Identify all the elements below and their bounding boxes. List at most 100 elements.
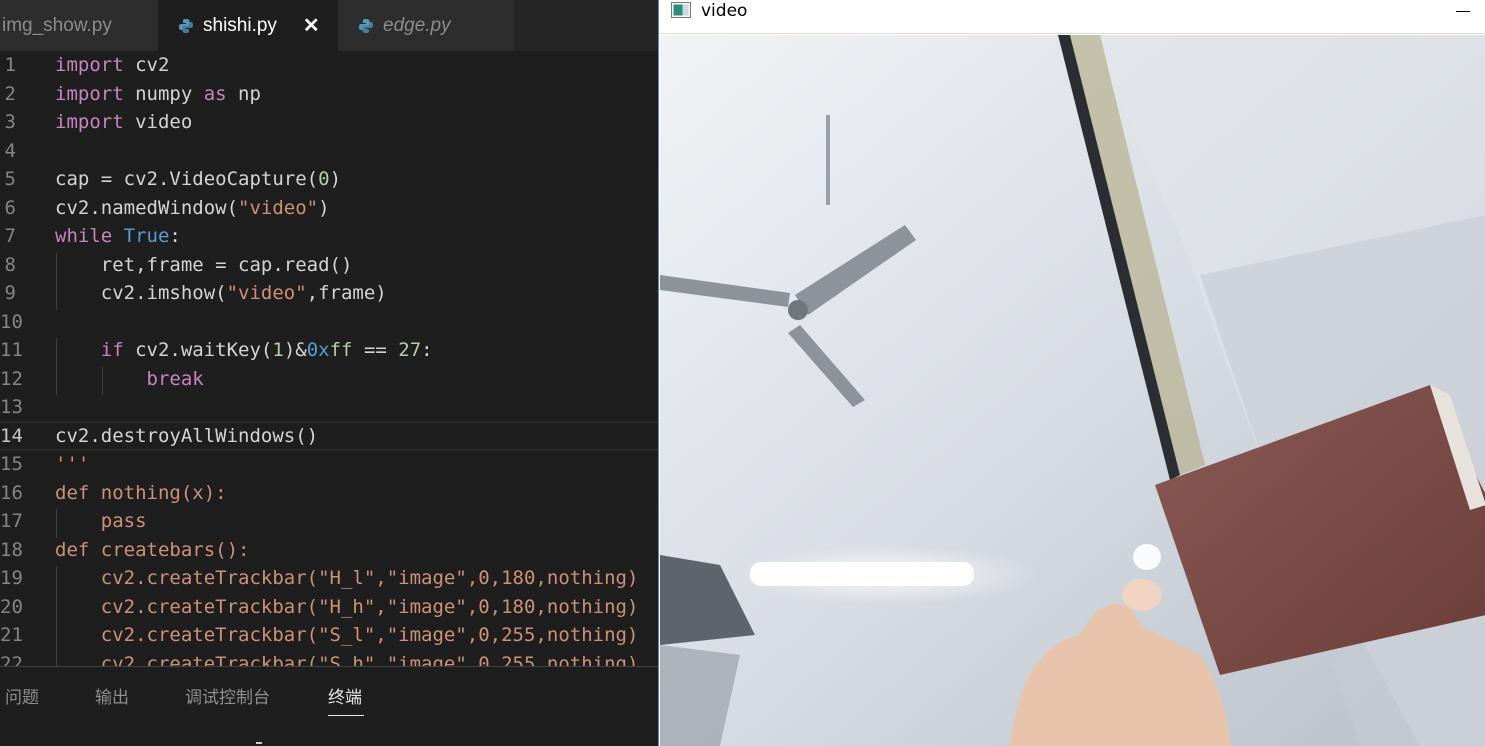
panel-tab-0[interactable]: 问题	[5, 683, 39, 708]
code-token: import	[55, 82, 124, 105]
code-token: )	[329, 168, 342, 190]
line-number: 1	[4, 54, 16, 76]
code-line: 16 def nothing(x):	[0, 479, 659, 507]
code-line: 10	[0, 308, 659, 336]
line-text: ret,frame = cap.read()	[55, 251, 353, 279]
line-number: 9	[4, 282, 16, 304]
code-token: video	[123, 111, 193, 133]
line-text: cv2.createTrackbar("S_h","image",0,255,n…	[55, 650, 639, 667]
line-number: 15	[0, 453, 23, 475]
opencv-window-icon	[671, 2, 691, 18]
code-line: 4	[0, 137, 659, 165]
line-text: def createbars():	[55, 536, 249, 564]
camera-frame	[660, 35, 1485, 746]
code-token: if	[100, 339, 124, 361]
indent-guide	[102, 366, 103, 395]
panel-tab-2[interactable]: 调试控制台	[185, 683, 270, 708]
line-number: 7	[4, 225, 16, 247]
code-line: 18 def createbars():	[0, 536, 659, 564]
line-text: import cv2	[55, 51, 169, 79]
line-text: import video	[55, 108, 192, 136]
code-token: True	[123, 225, 170, 247]
python-file-icon	[359, 18, 373, 33]
minimize-icon[interactable]	[1440, 0, 1485, 22]
code-token: "video"	[226, 282, 307, 304]
code-token: 27	[398, 339, 422, 361]
code-editor: img_show.py shishi.py ✕ edge.py 1 import cv2…	[0, 0, 659, 746]
line-text: def nothing(x):	[55, 479, 227, 507]
code-token: as	[203, 82, 227, 105]
code-token: numpy	[123, 82, 204, 105]
line-number: 6	[4, 196, 16, 219]
code-token: )&	[283, 339, 307, 361]
code-line: 15 '''	[0, 450, 659, 478]
tab-shishi-py[interactable]: shishi.py ✕	[158, 0, 338, 51]
line-number: 2	[4, 82, 16, 105]
code-line: 13	[0, 393, 659, 421]
line-text: '''	[55, 450, 89, 478]
window-title: video	[701, 1, 748, 21]
code-token: cv2.createTrackbar("S_h","image",0,255,n…	[55, 652, 639, 667]
code-token: def createbars():	[55, 538, 250, 561]
code-line: 6 cv2.namedWindow("video")	[0, 194, 659, 222]
line-text: if cv2.waitKey(1)&0xff == 27:	[55, 336, 433, 364]
code-token: cv2.imshow(	[55, 282, 227, 304]
panel-tab-3[interactable]: 终端	[328, 683, 362, 708]
close-icon[interactable]: ✕	[303, 13, 320, 38]
panel-tab-1[interactable]: 输出	[95, 683, 129, 708]
line-number: 13	[0, 396, 23, 418]
video-window[interactable]: video	[658, 0, 1485, 746]
code-token: np	[226, 82, 261, 105]
line-text: cv2.createTrackbar("H_l","image",0,180,n…	[55, 564, 639, 592]
code-token: while	[55, 225, 113, 247]
code-token: ret,frame = cap.read()	[55, 253, 353, 276]
code-line: 22 cv2.createTrackbar("S_h","image",0,25…	[0, 650, 659, 667]
code-token: :	[421, 339, 433, 361]
line-text: cv2.destroyAllWindows()	[55, 422, 318, 450]
line-number: 17	[0, 510, 23, 532]
line-text: import numpy as np	[55, 80, 261, 108]
code-line: 7 while True:	[0, 222, 659, 250]
indent-guide	[56, 252, 57, 310]
code-token: cv2.createTrackbar("H_h","image",0,180,n…	[55, 595, 639, 618]
window-titlebar[interactable]: video	[659, 0, 1485, 34]
code-line: 14 cv2.destroyAllWindows()	[0, 422, 659, 450]
line-text: break	[55, 365, 204, 393]
line-number: 10	[0, 310, 23, 333]
indent-guide	[56, 338, 57, 395]
code-line: 8 ret,frame = cap.read()	[0, 251, 659, 279]
bottom-panel: 问题 输出 调试控制台 终端	[0, 666, 659, 746]
code-area[interactable]: 1 import cv2 2 import numpy as np 3 import vi…	[0, 51, 659, 666]
code-token: import	[55, 54, 124, 76]
code-line: 21 cv2.createTrackbar("S_l","image",0,25…	[0, 621, 659, 649]
editor-tab-bar: img_show.py shishi.py ✕ edge.py	[0, 0, 659, 51]
tab-label: shishi.py	[203, 14, 277, 36]
code-token: 0x	[306, 339, 330, 361]
code-token: :	[169, 225, 181, 247]
code-line: 5 cap = cv2.VideoCapture(0)	[0, 165, 659, 193]
line-number: 16	[0, 481, 23, 504]
code-token: pass	[55, 510, 147, 532]
code-line: 1 import cv2	[0, 51, 659, 79]
code-token: '''	[55, 453, 90, 475]
line-text: while True:	[55, 222, 181, 250]
code-token: ==	[352, 339, 399, 361]
line-text: cv2.createTrackbar("S_l","image",0,255,n…	[55, 621, 639, 649]
code-line: 2 import numpy as np	[0, 80, 659, 108]
indent-guide	[56, 566, 57, 666]
line-number: 20	[0, 595, 23, 618]
terminal-cursor	[256, 742, 262, 744]
line-text: cv2.imshow("video",frame)	[55, 279, 387, 307]
tab-label: img_show.py	[2, 14, 112, 36]
code-token: cv2	[123, 54, 170, 76]
code-line: 12 break	[0, 365, 659, 393]
line-number: 22	[0, 652, 23, 667]
code-token: def nothing(x):	[55, 481, 227, 504]
tab-img_show-py[interactable]: img_show.py	[0, 0, 158, 51]
line-text: pass	[55, 507, 147, 535]
code-token: 0	[318, 168, 330, 190]
code-line: 20 cv2.createTrackbar("H_h","image",0,18…	[0, 593, 659, 621]
code-token: cv2.createTrackbar("H_l","image",0,180,n…	[55, 567, 639, 589]
tab-edge-py[interactable]: edge.py	[338, 0, 514, 51]
